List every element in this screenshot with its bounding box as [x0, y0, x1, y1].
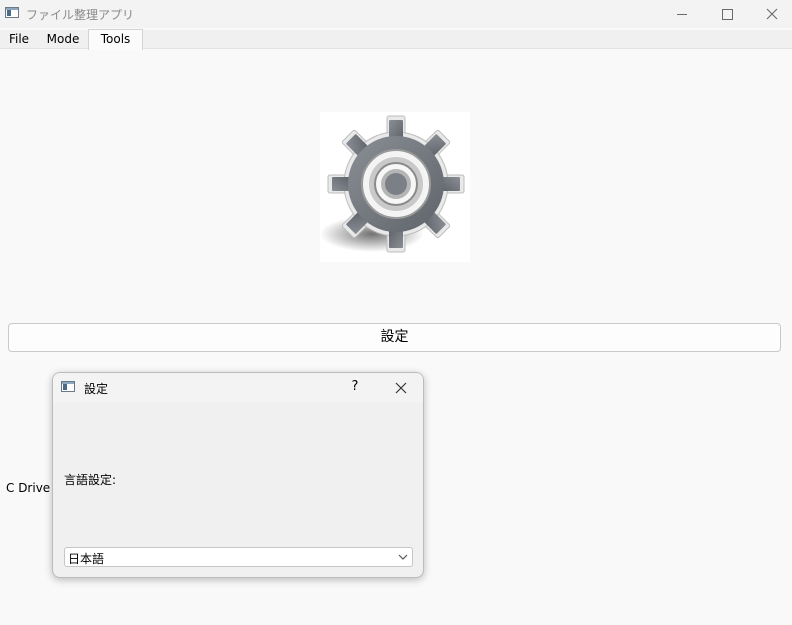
- minimize-button[interactable]: [659, 0, 705, 28]
- close-icon: [766, 8, 778, 20]
- chevron-down-icon: [398, 554, 408, 560]
- dialog-title-bar: 設定 ?: [53, 373, 423, 403]
- title-bar: ファイル整理アプリ: [0, 0, 792, 28]
- tab-bar: File Mode Tools: [0, 29, 792, 50]
- maximize-icon: [721, 8, 733, 20]
- dialog-close-button[interactable]: [389, 377, 413, 399]
- minimize-icon: [677, 13, 687, 15]
- c-drive-label: C Drive I: [6, 481, 58, 495]
- dialog-title: 設定: [84, 382, 109, 396]
- dialog-window-icon: [61, 381, 75, 392]
- settings-dialog: 設定 ? 言語設定: 日本語: [52, 372, 424, 578]
- settings-button[interactable]: 設定: [8, 323, 781, 352]
- settings-gear-image: [320, 112, 470, 262]
- language-selected-value: 日本語: [68, 552, 105, 566]
- app-window-icon: [5, 7, 19, 18]
- maximize-button[interactable]: [704, 0, 750, 28]
- window-title: ファイル整理アプリ: [26, 8, 135, 22]
- help-button[interactable]: ?: [343, 379, 367, 394]
- close-icon: [395, 382, 407, 394]
- tab-tools[interactable]: Tools: [88, 29, 143, 50]
- tab-file[interactable]: File: [0, 30, 39, 48]
- language-setting-label: 言語設定:: [64, 473, 117, 487]
- language-select[interactable]: 日本語: [64, 547, 413, 567]
- close-button[interactable]: [749, 0, 792, 28]
- gear-icon: [320, 115, 465, 253]
- tab-mode[interactable]: Mode: [38, 30, 89, 48]
